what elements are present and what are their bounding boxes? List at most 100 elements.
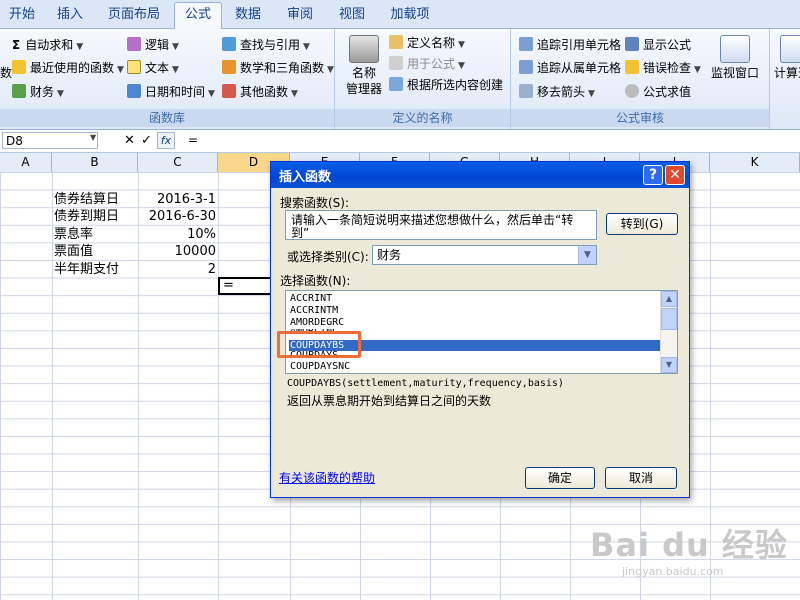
math-button[interactable]: 数学和三角函数 ▼ [222,58,334,78]
tab-data[interactable]: 数据 [230,5,266,25]
group-defined-names: 名称 管理器 定义名称 ▼ 用于公式 ▼ 根据所选内容创建 定义的名称 [335,29,511,129]
chevron-down-icon: ▼ [458,61,465,71]
calc-options-button[interactable]: 计算选 [774,35,800,81]
sigma-icon: Σ [12,38,21,52]
scroll-up-icon[interactable]: ▲ [661,291,677,307]
column-header-k[interactable]: K [710,153,800,172]
help-link[interactable]: 有关该函数的帮助 [279,469,375,486]
evaluate-icon [625,84,639,98]
tab-addins[interactable]: 加载项 [386,5,434,25]
datetime-button[interactable]: 日期和时间 ▼ [127,82,215,102]
function-signature: COUPDAYBS(settlement,maturity,frequency,… [287,378,564,389]
remove-arrows-button[interactable]: 移去箭头 ▼ [519,82,595,102]
warning-icon [625,60,639,74]
scroll-thumb[interactable] [661,308,677,330]
error-check-button[interactable]: 错误检查 ▼ [625,58,701,78]
dialog-title-bar[interactable]: 插入函数 ? ✕ [271,162,689,188]
tab-home[interactable]: 开始 [4,5,40,25]
trace-precedents-button[interactable]: 追踪引用单元格 [519,35,621,55]
cell-b7[interactable]: 半年期支付 [54,261,119,278]
group-label-function-library: 函数库 [0,109,334,127]
name-box[interactable]: D8 [2,132,98,149]
cancel-icon[interactable]: ✕ [124,132,135,149]
chevron-down-icon: ▼ [117,65,124,75]
grid-icon [389,77,403,91]
book-icon [127,37,141,51]
use-in-formula-button[interactable]: 用于公式 ▼ [389,54,465,74]
logic-button[interactable]: 逻辑 ▼ [127,35,179,55]
cell-c7[interactable]: 2 [140,261,216,278]
create-from-selection-button[interactable]: 根据所选内容创建 [389,75,503,95]
list-item[interactable]: ACCRINTM [290,305,338,317]
trace-arrow-icon [519,37,533,51]
recent-functions-button[interactable]: 最近使用的函数 ▼ [12,58,124,78]
show-formulas-button[interactable]: 显示公式 [625,35,691,55]
group-label-formula-audit: 公式审核 [511,109,769,127]
baidu-watermark: Bai du 经验 [590,526,788,564]
tab-insert[interactable]: 插入 [52,5,88,25]
cell-b4[interactable]: 债券到期日 [54,208,119,225]
check-icon[interactable]: ✓ [141,132,152,149]
list-item[interactable]: COUPDAYSNC [290,361,350,373]
book-icon [222,84,236,98]
chevron-down-icon: ▼ [303,42,310,52]
define-name-button[interactable]: 定义名称 ▼ [389,33,465,53]
category-label: 或选择类别(C): [287,250,369,264]
fx-icon [389,56,403,70]
chevron-down-icon: ▼ [694,65,701,75]
category-select[interactable]: 财务 ▼ [372,245,597,265]
formula-bar: D8 ▼ ✕ ✓ fx = [0,130,800,153]
group-calculation: 计算选 [770,29,800,129]
chevron-down-icon[interactable]: ▼ [578,246,596,264]
chevron-down-icon: ▼ [291,89,298,99]
insert-function-cut-label[interactable]: 数 [0,63,12,83]
cell-b5[interactable]: 票息率 [54,226,93,243]
column-header-b[interactable]: B [52,153,138,172]
help-icon[interactable]: ? [643,165,663,185]
name-manager-icon [349,35,379,63]
book-icon [12,84,26,98]
scroll-down-icon[interactable]: ▼ [661,357,677,373]
watch-window-icon [720,35,750,63]
cell-c4[interactable]: 2016-6-30 [140,208,216,225]
group-label-defined-names: 定义的名称 [335,109,510,127]
lookup-button[interactable]: 查找与引用 ▼ [222,35,310,55]
category-value: 财务 [377,248,402,262]
search-function-input[interactable]: 请输入一条简短说明来描述您想做什么，然后单击“转到” [285,210,597,240]
chevron-down-icon: ▼ [172,42,179,52]
column-header-c[interactable]: C [138,153,218,172]
go-button[interactable]: 转到(G) [606,213,678,235]
tab-review[interactable]: 审阅 [282,5,318,25]
function-description: 返回从票息期开始到结算日之间的天数 [287,394,492,408]
list-item[interactable]: ACCRINT [290,293,332,305]
finance-button[interactable]: 财务 ▼ [12,82,64,102]
name-manager-button[interactable]: 名称 管理器 [343,35,385,97]
formula-input[interactable]: = [188,132,198,149]
evaluate-formula-button[interactable]: 公式求值 [625,82,691,102]
text-button[interactable]: 文本 ▼ [127,58,179,78]
calculator-icon [780,35,800,63]
autosum-button[interactable]: Σ 自动求和 ▼ [12,35,83,55]
cell-c6[interactable]: 10000 [140,243,216,260]
ok-button[interactable]: 确定 [525,467,595,489]
cell-b6[interactable]: 票面值 [54,243,93,260]
other-functions-button[interactable]: 其他函数 ▼ [222,82,298,102]
cell-c5[interactable]: 10% [140,226,216,243]
chevron-down-icon: ▼ [172,65,179,75]
close-icon[interactable]: ✕ [665,165,685,185]
chevron-down-icon[interactable]: ▼ [90,133,96,142]
cancel-button[interactable]: 取消 [605,467,677,489]
tab-view[interactable]: 视图 [334,5,370,25]
tab-page-layout[interactable]: 页面布局 [104,5,164,25]
cell-c3[interactable]: 2016-3-1 [140,191,216,208]
list-scrollbar[interactable]: ▲ ▼ [660,291,677,373]
trace-dependents-button[interactable]: 追踪从属单元格 [519,58,621,78]
tab-formulas[interactable]: 公式 [174,2,222,29]
list-item[interactable]: AMORDEGRC [290,317,344,329]
dialog-title: 插入函数 [279,170,332,185]
remove-arrow-icon [519,84,533,98]
column-header-a[interactable]: A [0,153,52,172]
watch-window-button[interactable]: 监视窗口 [709,35,761,81]
insert-function-button[interactable]: fx [157,132,175,149]
cell-b3[interactable]: 债券结算日 [54,191,119,208]
